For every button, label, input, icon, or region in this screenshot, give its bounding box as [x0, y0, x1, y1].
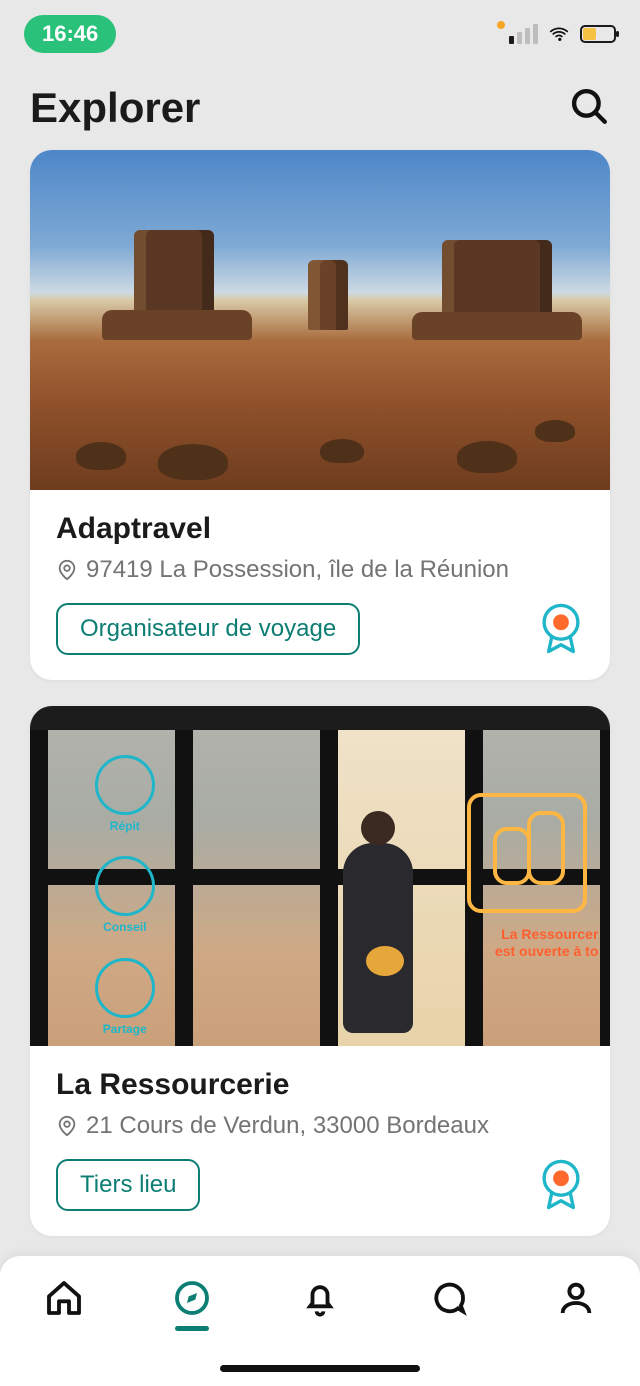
home-indicator[interactable] [220, 1365, 420, 1372]
status-icons [497, 21, 616, 47]
bell-icon [300, 1278, 340, 1318]
search-icon [568, 85, 610, 127]
listing-location: 97419 La Possession, île de la Réunion [56, 556, 584, 584]
status-bar: 16:46 [0, 0, 640, 60]
category-tag[interactable]: Organisateur de voyage [56, 603, 360, 655]
listing-image [30, 150, 610, 490]
award-badge-icon [538, 602, 584, 656]
battery-icon [580, 25, 616, 43]
listing-card[interactable]: Répit Conseil Partage La Ressourcerest o… [30, 706, 610, 1236]
listing-title: Adaptravel [56, 512, 584, 546]
search-button[interactable] [568, 85, 610, 132]
wifi-icon [546, 24, 572, 44]
nav-notifications[interactable] [293, 1278, 347, 1318]
bottom-nav [0, 1256, 640, 1386]
category-tag[interactable]: Tiers lieu [56, 1159, 200, 1211]
listing-location-text: 21 Cours de Verdun, 33000 Bordeaux [86, 1112, 489, 1140]
listing-card[interactable]: Adaptravel 97419 La Possession, île de l… [30, 150, 610, 680]
user-icon [556, 1278, 596, 1318]
home-icon [44, 1278, 84, 1318]
listing-title: La Ressourcerie [56, 1068, 584, 1102]
page-title: Explorer [30, 84, 200, 132]
explorer-list[interactable]: Adaptravel 97419 La Possession, île de l… [0, 150, 640, 1236]
nav-messages[interactable] [421, 1278, 475, 1318]
compass-icon [172, 1278, 212, 1318]
recording-dot-icon [497, 21, 505, 29]
listing-location: 21 Cours de Verdun, 33000 Bordeaux [56, 1112, 584, 1140]
location-pin-icon [56, 559, 78, 581]
listing-image: Répit Conseil Partage La Ressourcerest o… [30, 706, 610, 1046]
chat-icon [428, 1278, 468, 1318]
nav-home[interactable] [37, 1278, 91, 1318]
status-time: 16:46 [24, 15, 116, 53]
cellular-icon [509, 24, 538, 44]
location-pin-icon [56, 1115, 78, 1137]
nav-profile[interactable] [549, 1278, 603, 1318]
nav-explore[interactable] [165, 1278, 219, 1331]
page-header: Explorer [0, 60, 640, 150]
award-badge-icon [538, 1158, 584, 1212]
listing-location-text: 97419 La Possession, île de la Réunion [86, 556, 509, 584]
